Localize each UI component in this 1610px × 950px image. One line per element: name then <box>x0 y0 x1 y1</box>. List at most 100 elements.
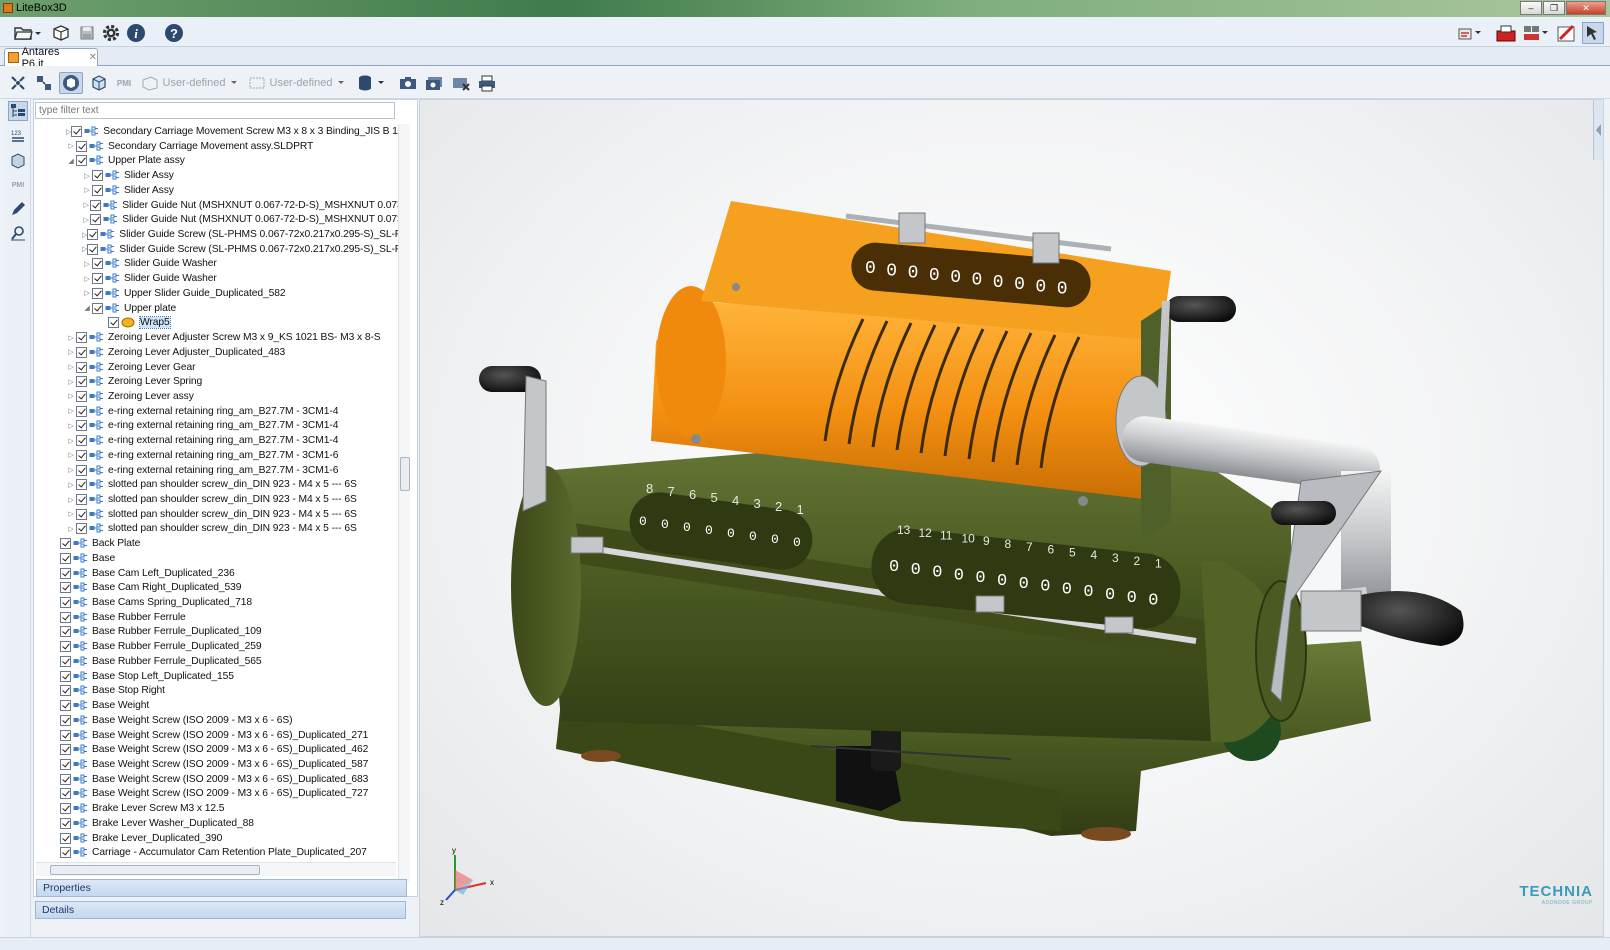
tree-row[interactable]: ▷ Upper Slider Guide_Duplicated_582 <box>34 286 406 301</box>
expand-twisty-icon[interactable]: ▷ <box>66 334 76 342</box>
tree-row[interactable]: Base Weight Screw (ISO 2009 - M3 x 6 - 6… <box>34 728 406 743</box>
expand-twisty-icon[interactable]: ▷ <box>82 260 92 268</box>
tree-row[interactable]: ▷ slotted pan shoulder screw_din_DIN 923 … <box>34 507 406 522</box>
visibility-mode-dropdown[interactable]: User-defined <box>246 72 348 94</box>
visibility-checkbox[interactable] <box>60 832 71 844</box>
search-tab[interactable] <box>8 223 28 243</box>
select-button[interactable] <box>1582 22 1604 44</box>
visibility-checkbox[interactable] <box>92 302 103 314</box>
tree-row[interactable]: ▷ Zeroing Lever Adjuster Screw M3 x 9_KS … <box>34 330 406 345</box>
section-button[interactable] <box>1495 22 1517 44</box>
expand-twisty-icon[interactable]: ▷ <box>66 451 76 459</box>
visibility-checkbox[interactable] <box>60 670 71 682</box>
visibility-checkbox[interactable] <box>92 273 103 285</box>
expand-twisty-icon[interactable]: ▷ <box>82 216 90 224</box>
save-button[interactable] <box>76 22 98 44</box>
visibility-checkbox[interactable] <box>60 803 71 815</box>
tree-row[interactable]: ▷ Slider Assy <box>34 168 406 183</box>
scroll-thumb[interactable] <box>50 865 260 875</box>
tree-row[interactable]: Base Cam Right_Duplicated_539 <box>34 580 406 595</box>
visibility-checkbox[interactable] <box>60 552 71 564</box>
visibility-checkbox[interactable] <box>60 538 71 550</box>
open-button[interactable] <box>12 22 42 44</box>
visibility-checkbox[interactable] <box>76 332 87 344</box>
expand-twisty-icon[interactable]: ▷ <box>66 525 76 533</box>
visibility-checkbox[interactable] <box>76 449 87 461</box>
visibility-checkbox[interactable] <box>60 847 71 859</box>
tree-row[interactable]: Base Rubber Ferrule_Duplicated_259 <box>34 639 406 654</box>
tree-row[interactable]: ▷ Slider Guide Screw (SL-PHMS 0.067-72x0.… <box>34 227 406 242</box>
visibility-checkbox[interactable] <box>60 641 71 653</box>
visibility-checkbox[interactable] <box>92 184 103 196</box>
measure-button[interactable] <box>1457 22 1487 44</box>
expand-twisty-icon[interactable]: ▷ <box>66 437 76 445</box>
snapshot-button[interactable] <box>423 72 445 94</box>
tree-row[interactable]: Back Plate <box>34 536 406 551</box>
tree-filter-input[interactable] <box>35 102 395 119</box>
visibility-checkbox[interactable] <box>60 655 71 667</box>
expand-twisty-icon[interactable]: ▷ <box>66 510 76 518</box>
visibility-checkbox[interactable] <box>90 199 102 211</box>
collapse-twisty-icon[interactable]: ◢ <box>66 157 76 165</box>
expand-twisty-icon[interactable]: ▷ <box>66 392 76 400</box>
3d-viewport[interactable]: 87654321 00000000 13 12 11 10 9 8 7 6 5 4 3 2 1 0000… <box>419 99 1604 937</box>
expand-twisty-icon[interactable]: ▷ <box>82 186 92 194</box>
expand-twisty-icon[interactable]: ▷ <box>66 422 76 430</box>
package-button[interactable] <box>50 22 72 44</box>
visibility-checkbox[interactable] <box>60 817 71 829</box>
info-button[interactable]: i <box>125 22 147 44</box>
close-window-button[interactable]: ✕ <box>1566 1 1606 15</box>
tree-row[interactable]: ▷ e-ring external retaining ring_am_B27.7… <box>34 418 406 433</box>
visibility-checkbox[interactable] <box>60 729 71 741</box>
tree-row[interactable]: ▷ slotted pan shoulder screw_din_DIN 923 … <box>34 521 406 536</box>
visibility-checkbox[interactable] <box>76 140 87 152</box>
attributes-tab[interactable]: 123 <box>8 127 28 147</box>
tree-row[interactable]: Wrap5 <box>34 315 406 330</box>
screenshot-button[interactable] <box>397 72 419 94</box>
details-section[interactable]: Details <box>35 901 406 919</box>
sketch-button[interactable] <box>1556 22 1578 44</box>
tree-row[interactable]: ▷ Slider Guide Washer <box>34 256 406 271</box>
tree-row[interactable]: Base Cams Spring_Duplicated_718 <box>34 595 406 610</box>
restore-button[interactable]: ❐ <box>1543 1 1565 15</box>
tree-row[interactable]: Base Rubber Ferrule <box>34 610 406 625</box>
tree-row[interactable]: ▷ Zeroing Lever Gear <box>34 360 406 375</box>
scroll-thumb[interactable] <box>400 457 410 491</box>
tree-row[interactable]: Base Weight <box>34 698 406 713</box>
expand-twisty-icon[interactable]: ▷ <box>66 407 76 415</box>
visibility-checkbox[interactable] <box>76 155 87 167</box>
wireframe-button[interactable] <box>88 72 110 94</box>
tree-row[interactable]: ▷ Slider Guide Washer <box>34 271 406 286</box>
visibility-checkbox[interactable] <box>60 685 71 697</box>
pmi-button[interactable]: PMI <box>113 72 135 94</box>
help-button[interactable]: ? <box>163 22 185 44</box>
visibility-checkbox[interactable] <box>76 464 87 476</box>
views-tab[interactable] <box>8 151 28 171</box>
visibility-checkbox[interactable] <box>76 523 87 535</box>
tree-row[interactable]: ▷ Slider Guide Nut (MSHXNUT 0.067-72-D-S)… <box>34 198 406 213</box>
assembly-tree-tab[interactable] <box>8 101 28 121</box>
tree-row[interactable]: ▷ slotted pan shoulder screw_din_DIN 923 … <box>34 477 406 492</box>
tree-row[interactable]: Base Weight Screw (ISO 2009 - M3 x 6 - 6… <box>34 786 406 801</box>
visibility-checkbox[interactable] <box>60 788 71 800</box>
tree-row[interactable]: ▷ Zeroing Lever Spring <box>34 374 406 389</box>
tree-vertical-scrollbar[interactable] <box>398 124 410 882</box>
visibility-checkbox[interactable] <box>90 214 102 226</box>
visibility-checkbox[interactable] <box>76 346 87 358</box>
visibility-checkbox[interactable] <box>60 611 71 623</box>
calculator-model[interactable]: 87654321 00000000 13 12 11 10 9 8 7 6 5 4 3 2 1 0000… <box>420 100 1604 937</box>
visibility-checkbox[interactable] <box>60 758 71 770</box>
visibility-checkbox[interactable] <box>76 508 87 520</box>
collapse-twisty-icon[interactable]: ◢ <box>82 304 92 312</box>
pmi-tab[interactable]: PMI <box>8 175 28 195</box>
visibility-checkbox[interactable] <box>60 582 71 594</box>
database-dropdown[interactable] <box>353 72 389 94</box>
tree-row[interactable]: Base Cam Left_Duplicated_236 <box>34 566 406 581</box>
remove-snapshot-button[interactable] <box>450 72 472 94</box>
minimize-button[interactable]: – <box>1520 1 1542 15</box>
tree-row[interactable]: Brake Lever Screw M3 x 12.5 <box>34 801 406 816</box>
visibility-checkbox[interactable] <box>60 714 71 726</box>
expand-twisty-icon[interactable]: ▷ <box>82 289 92 297</box>
visibility-checkbox[interactable] <box>76 420 87 432</box>
tree-row[interactable]: Base Weight Screw (ISO 2009 - M3 x 6 - 6… <box>34 713 406 728</box>
